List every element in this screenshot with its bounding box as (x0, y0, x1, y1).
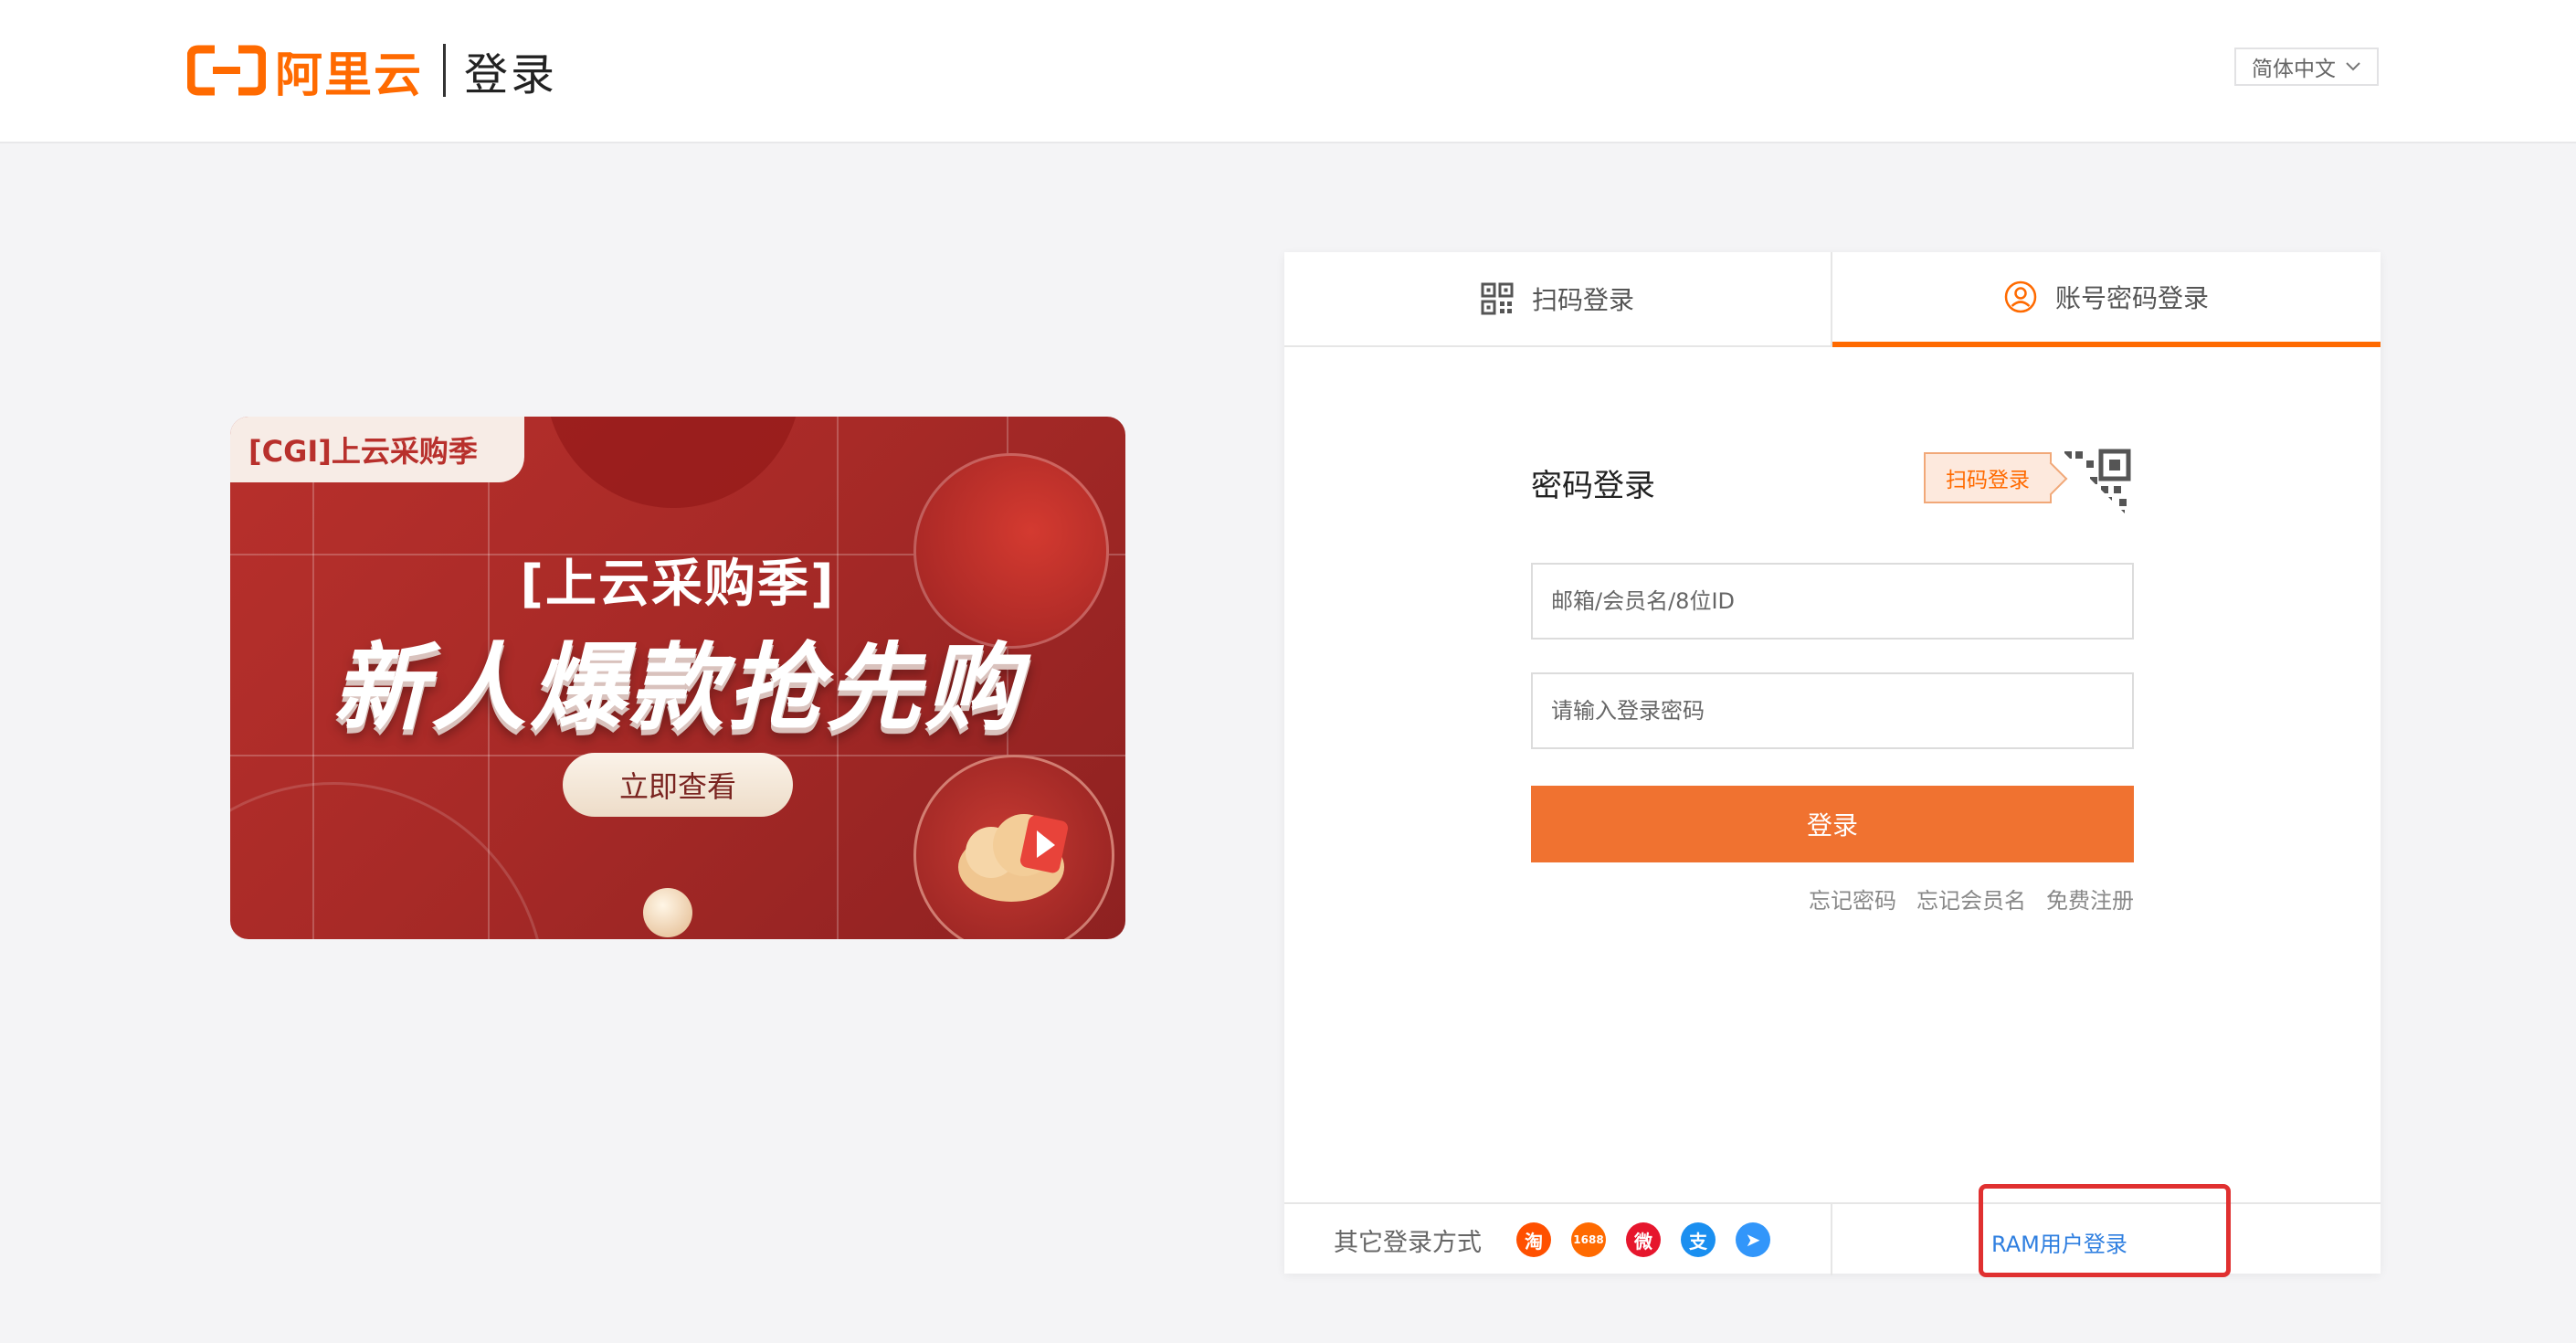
logo-divider (443, 44, 447, 97)
banner-cloud-badge (913, 755, 1114, 939)
forgot-password-link[interactable]: 忘记密码 (1809, 883, 1896, 915)
weibo-icon[interactable]: 微 (1626, 1222, 1661, 1257)
username-input[interactable] (1531, 563, 2134, 640)
register-link[interactable]: 免费注册 (2046, 883, 2134, 915)
ram-login-area: RAM用户登录 (1832, 1204, 2381, 1275)
dingtalk-icon[interactable]: ➤ (1736, 1222, 1770, 1257)
promo-banner[interactable]: [CGI]上云采购季 [上云采购季] 新人爆款抢先购 立即查看 (230, 417, 1125, 939)
aliyun-logo[interactable]: 阿里云 登录 (187, 42, 557, 103)
1688-icon[interactable]: 1688 (1571, 1222, 1606, 1257)
language-label: 简体中文 (2252, 58, 2336, 81)
banner-tag: [CGI]上云采购季 (230, 417, 524, 482)
tab-qr-label: 扫码登录 (1531, 285, 1634, 315)
brand-name: 阿里云 (275, 48, 424, 103)
banner-title: 新人爆款抢先购 (332, 632, 1023, 744)
cloud-play-icon (958, 814, 1069, 902)
form-title: 密码登录 (1531, 468, 1655, 504)
banner-decor-ring (230, 782, 546, 939)
other-login-methods: 其它登录方式 淘 1688 微 支 ➤ (1284, 1204, 1832, 1275)
auxiliary-links: 忘记密码 忘记会员名 免费注册 (1809, 883, 2134, 915)
page-header: 阿里云 登录 简体中文 (0, 0, 2576, 143)
login-tabs: 扫码登录 账号密码登录 (1284, 252, 2381, 347)
password-input[interactable] (1531, 672, 2134, 749)
tab-qr-login[interactable]: 扫码登录 (1284, 252, 1832, 347)
user-icon (2004, 280, 2037, 313)
login-button[interactable]: 登录 (1531, 786, 2134, 862)
qr-corner-icon[interactable] (2059, 448, 2134, 523)
page-title: 登录 (464, 49, 558, 100)
ram-user-login-link[interactable]: RAM用户登录 (1991, 1226, 2127, 1258)
banner-decor-ball (643, 888, 692, 937)
qr-code-icon (1481, 282, 1514, 315)
chevron-down-icon (2346, 62, 2360, 71)
login-footer: 其它登录方式 淘 1688 微 支 ➤ RAM用户登录 (1284, 1202, 2381, 1275)
banner-cta-button[interactable]: 立即查看 (563, 753, 793, 817)
tab-password-label: 账号密码登录 (2054, 283, 2209, 313)
tab-password-login[interactable]: 账号密码登录 (1832, 252, 2381, 347)
language-selector[interactable]: 简体中文 (2234, 48, 2379, 86)
forgot-username-link[interactable]: 忘记会员名 (1916, 883, 2026, 915)
aliyun-logo-icon (187, 45, 266, 96)
other-login-label: 其它登录方式 (1334, 1228, 1482, 1257)
banner-decor-shape (545, 417, 801, 508)
login-panel: 扫码登录 账号密码登录 密码登录 扫码登录 邮箱/会员名/8位ID 登录 忘记密… (1284, 252, 2381, 1275)
qr-login-tip[interactable]: 扫码登录 (1924, 452, 2052, 503)
banner-subtitle: [上云采购季] (520, 555, 836, 614)
taobao-icon[interactable]: 淘 (1516, 1222, 1551, 1257)
alipay-icon[interactable]: 支 (1681, 1222, 1716, 1257)
